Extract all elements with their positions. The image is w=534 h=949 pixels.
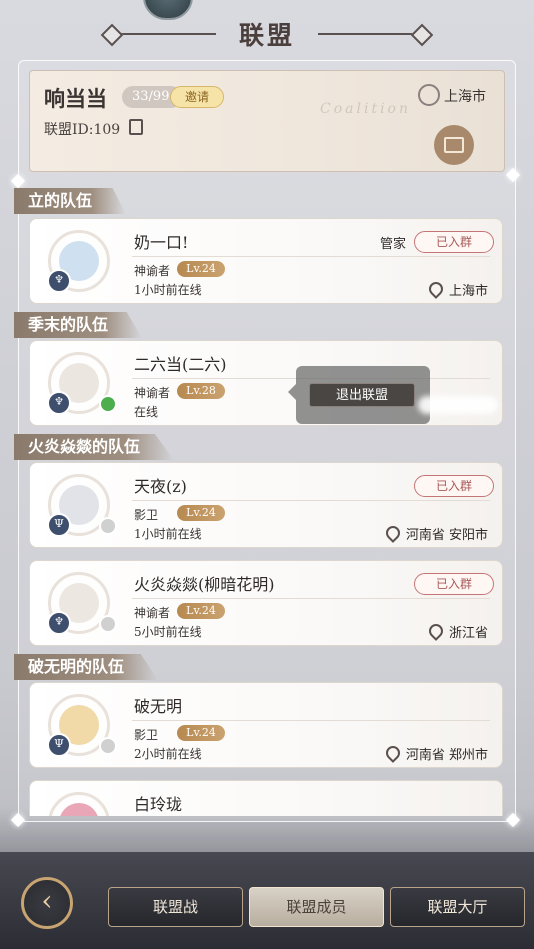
alliance-location: 上海市 <box>418 84 486 106</box>
last-online: 在线 <box>134 405 159 419</box>
offline-status-icon <box>99 517 117 535</box>
member-location: 河南省 郑州市 <box>382 743 488 763</box>
member-location: 浙江省 <box>426 621 488 641</box>
joined-group-button[interactable]: 已入群 <box>414 475 494 497</box>
member-location-text: 浙江省 <box>448 626 488 641</box>
member-name: 奶一口! <box>134 233 189 252</box>
member-card[interactable]: 白玲珑 <box>29 780 503 816</box>
team-header: 季末的队伍 <box>14 312 143 338</box>
member-name: 白玲珑 <box>134 795 183 814</box>
divider <box>132 598 490 599</box>
steward-title: 管家 <box>379 237 406 252</box>
location-pin-icon <box>418 84 440 106</box>
location-pin-icon <box>426 279 446 299</box>
member-role: 神谕者 <box>134 386 171 400</box>
offline-status-icon <box>99 615 117 633</box>
member-role: 影卫 <box>134 508 159 522</box>
avatar[interactable] <box>48 792 110 816</box>
member-role: 神谕者 <box>134 264 171 278</box>
member-list[interactable]: 立的队伍 ♆ 奶一口! 管家 已入群 神谕者 Lv.24 1小时前在线 上海市 … <box>0 180 534 816</box>
tab-alliance-war[interactable]: 联盟战 <box>108 887 243 927</box>
member-location-text: 河南省 郑州市 <box>405 748 488 763</box>
member-location: 上海市 <box>426 279 488 299</box>
divider <box>132 720 490 721</box>
class-icon: ♆ <box>47 391 71 415</box>
redaction-smudge <box>418 396 498 414</box>
last-online: 5小时前在线 <box>134 625 202 639</box>
gift-icon <box>444 137 464 153</box>
member-role: 神谕者 <box>134 606 171 620</box>
tab-alliance-hall[interactable]: 联盟大厅 <box>390 887 525 927</box>
location-pin-icon <box>426 621 446 641</box>
back-arrow-icon: ‹ <box>41 884 53 917</box>
team-header: 火炎焱燚的队伍 <box>14 434 175 460</box>
class-icon: Ψ <box>47 733 71 757</box>
level-badge: Lv.28 <box>177 383 225 399</box>
page-title: 联盟 <box>238 21 295 50</box>
member-name: 天夜(z) <box>134 477 187 496</box>
exit-alliance-button[interactable]: 退出联盟 <box>309 383 415 407</box>
level-badge: Lv.24 <box>177 725 225 741</box>
member-name: 二六当(二六) <box>134 355 227 374</box>
team-header: 立的队伍 <box>14 188 127 214</box>
avatar-face <box>59 803 99 816</box>
avatar[interactable]: ♆ <box>47 352 117 415</box>
avatar[interactable]: Ψ <box>47 694 117 757</box>
last-online: 1小时前在线 <box>134 527 202 541</box>
member-location-text: 河南省 安阳市 <box>405 528 488 543</box>
team-header: 破无明的队伍 <box>14 654 159 680</box>
avatar[interactable]: ♆ <box>47 230 110 293</box>
level-badge: Lv.24 <box>177 603 225 619</box>
member-action-popup: 退出联盟 <box>288 366 430 424</box>
member-location: 河南省 安阳市 <box>382 523 488 543</box>
level-badge: Lv.24 <box>177 505 225 521</box>
member-card[interactable]: Ψ 天夜(z) 已入群 影卫 Lv.24 1小时前在线 河南省 安阳市 <box>29 462 503 548</box>
member-card[interactable]: ♆ 奶一口! 管家 已入群 神谕者 Lv.24 1小时前在线 上海市 <box>29 218 503 304</box>
page-header: 联盟 <box>0 12 534 52</box>
class-icon: Ψ <box>47 513 71 537</box>
gift-button[interactable] <box>434 125 474 165</box>
alliance-location-text: 上海市 <box>444 89 486 105</box>
copy-icon[interactable] <box>129 119 143 135</box>
avatar[interactable]: Ψ <box>47 474 117 537</box>
back-button[interactable]: ‹ <box>21 877 73 929</box>
divider <box>132 256 490 257</box>
avatar[interactable]: ♆ <box>47 572 117 635</box>
joined-group-button[interactable]: 已入群 <box>414 573 494 595</box>
offline-status-icon <box>99 737 117 755</box>
class-icon: ♆ <box>47 611 71 635</box>
location-pin-icon <box>382 743 403 763</box>
location-pin-icon <box>382 523 403 543</box>
class-icon: ♆ <box>47 269 71 293</box>
member-role: 影卫 <box>134 728 159 742</box>
divider <box>132 500 490 501</box>
member-card[interactable]: ♆ 火炎焱燚(柳暗花明) 已入群 神谕者 Lv.24 5小时前在线 浙江省 <box>29 560 503 646</box>
invite-button[interactable]: 邀请 <box>170 86 224 108</box>
coalition-watermark: Coalition <box>320 101 411 117</box>
last-online: 1小时前在线 <box>134 283 202 297</box>
member-location-text: 上海市 <box>448 284 488 299</box>
online-status-icon <box>99 395 117 413</box>
joined-group-button[interactable]: 已入群 <box>414 231 494 253</box>
header-line-right <box>318 33 418 35</box>
level-badge: Lv.24 <box>177 261 225 277</box>
tab-alliance-members[interactable]: 联盟成员 <box>249 887 384 927</box>
last-online: 2小时前在线 <box>134 747 202 761</box>
member-name: 破无明 <box>134 697 183 716</box>
member-card[interactable]: Ψ 破无明 影卫 Lv.24 2小时前在线 河南省 郑州市 <box>29 682 503 768</box>
member-name: 火炎焱燚(柳暗花明) <box>134 575 275 594</box>
alliance-id: 联盟ID:109 <box>44 122 121 138</box>
alliance-info-card: 响当当 33/99 邀请 联盟ID:109 Coalition 上海市 <box>29 70 505 172</box>
alliance-name: 响当当 <box>44 86 107 111</box>
